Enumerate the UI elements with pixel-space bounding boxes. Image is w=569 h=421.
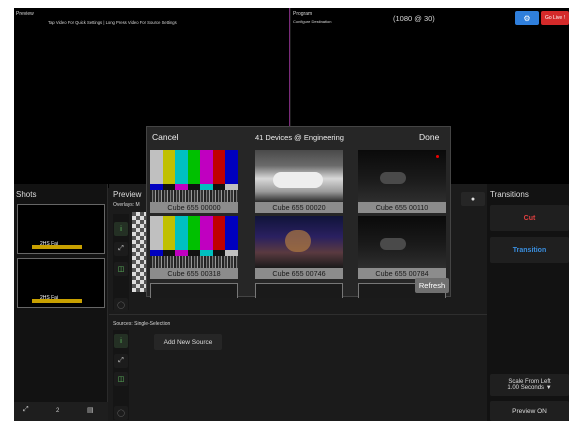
preview-divider [109,314,487,315]
preview-panel-title: Preview [113,190,142,199]
transition-button[interactable]: Transition [490,237,569,263]
device-tile[interactable]: Cube 655 00784 [358,216,446,279]
gear-icon: ⚙ [523,13,531,23]
device-preview [255,150,343,202]
transitions-title: Transitions [490,190,529,199]
switcher-frame: Preview Tap Video For Quick Settings | L… [14,8,569,421]
shot-thumbnail[interactable]: 2HS Fai [17,204,105,254]
device-name: Cube 655 00318 [150,268,238,279]
cut-button[interactable]: Cut [490,205,569,231]
shots-title: Shots [16,190,37,199]
trash-icon[interactable]: ◯ [114,406,128,420]
device-preview [255,216,343,268]
shot-thumbnail[interactable]: 2HS Fai [17,258,105,308]
transitions-panel: Transitions Cut Transition Scale From Le… [487,184,569,421]
device-name: Cube 655 00000 [150,202,238,213]
device-preview [150,216,238,268]
trash-icon[interactable]: ◯ [114,298,128,312]
overlays-label: Overlays: M [113,202,140,208]
layout-icon[interactable]: ◫ [114,262,128,276]
device-name: Cube 655 00020 [255,202,343,213]
shots-count: 2 [56,408,60,414]
device-tile[interactable] [255,283,343,298]
info-icon[interactable]: i [114,222,128,236]
layout-icon[interactable]: ◫ [114,372,128,386]
device-preview [150,150,238,202]
resize-icon[interactable]: ⤢ [114,354,128,368]
device-picker-modal: Cancel 41 Devices @ Engineering Done Cub… [146,126,452,298]
transition-duration-label: 1.00 Seconds ▼ [507,385,552,391]
chat-button[interactable]: ● [461,192,485,206]
device-tile[interactable]: Cube 655 00318 [150,216,238,279]
preview-hint: Tap Video For Quick Settings | Long Pres… [48,20,177,25]
device-tile[interactable]: Cube 655 00000 [150,150,238,213]
device-tile[interactable]: Cube 655 00110 [358,150,446,213]
done-button[interactable]: Done [419,132,439,142]
program-resolution: (1080 @ 30) [393,14,435,23]
preview-on-toggle[interactable]: Preview ON [490,401,569,421]
save-icon[interactable]: ▤ [87,406,94,414]
device-name: Cube 655 00110 [358,202,446,213]
add-new-source-button[interactable]: Add New Source [154,334,222,350]
app-window: Preview Tap Video For Quick Settings | L… [0,0,569,421]
shots-panel: Shots 2HS Fai 2HS Fai ⤢ 2 ▤ [14,184,108,421]
overlay-tool-column: i ⤢ ◫ ◯ [113,214,129,312]
device-preview [358,216,446,268]
device-tile[interactable]: Cube 655 00746 [255,216,343,279]
source-tool-column: i ⤢ ◫ ◯ [113,330,129,420]
device-picker-title: 41 Devices @ Engineering [255,133,344,142]
resize-icon[interactable]: ⤢ [114,242,128,256]
shots-footer: ⤢ 2 ▤ [14,402,108,421]
overlay-checkerboard [132,212,146,292]
sources-label: Sources: Single-Selection [113,321,171,327]
preview-title: Preview [16,11,34,17]
refresh-button[interactable]: Refresh [415,278,449,293]
device-tile[interactable] [150,283,238,298]
chat-icon: ● [470,195,476,203]
go-live-button[interactable]: Go Live ! [541,11,569,25]
transition-type-dropdown[interactable]: Scale From Left 1.00 Seconds ▼ [490,374,569,396]
device-preview [358,150,446,202]
info-icon[interactable]: i [114,334,128,348]
device-grid: Cube 655 00000 Cube 655 00020 Cube 655 0… [147,149,452,298]
cancel-button[interactable]: Cancel [152,132,178,142]
settings-button[interactable]: ⚙ [515,11,539,25]
program-title: Program [293,11,313,17]
device-name: Cube 655 00746 [255,268,343,279]
shot-caption: 2HS Fai [40,241,59,247]
program-destination-link[interactable]: Configure Destination [293,20,331,24]
expand-icon[interactable]: ⤢ [23,406,29,414]
device-tile[interactable]: Cube 655 00020 [255,150,343,213]
shot-caption: 2HS Fai [40,295,59,301]
